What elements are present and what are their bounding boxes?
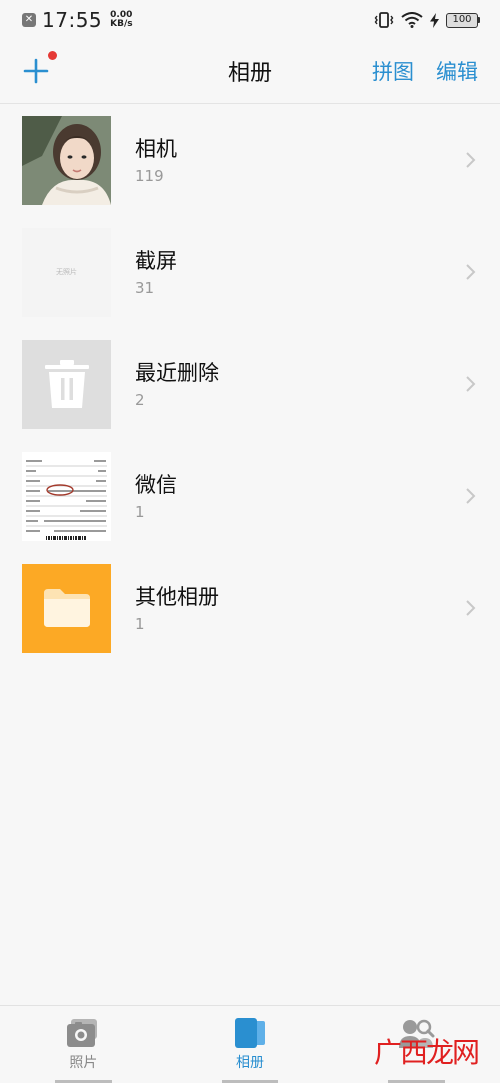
album-thumbnail (22, 115, 111, 205)
album-count: 2 (135, 391, 145, 409)
album-item-other-albums[interactable]: 其他相册 1 (0, 552, 500, 664)
tab-label: 相册 (236, 1055, 264, 1071)
album-item-wechat[interactable]: 微信 1 (0, 440, 500, 552)
charging-icon (430, 12, 439, 28)
wifi-icon (401, 12, 423, 28)
album-thumbnail: 无照片 (22, 227, 111, 317)
folder-icon (43, 589, 90, 627)
album-item-recently-deleted[interactable]: 最近删除 2 (0, 328, 500, 440)
album-thumbnail (22, 563, 111, 653)
album-text: 其他相册 1 (135, 583, 219, 633)
title-bar: 相册 拼图 编辑 (0, 40, 500, 102)
battery-icon: 100 (446, 12, 480, 28)
album-name: 其他相册 (135, 585, 219, 609)
album-text: 最近删除 2 (135, 359, 219, 409)
album-name: 微信 (135, 473, 177, 497)
chevron-right-icon (466, 152, 476, 168)
status-bar: ✕ 17:55 0.00 KB/s 100 (0, 0, 500, 40)
battery-tip (478, 17, 480, 23)
album-name: 截屏 (135, 249, 177, 273)
trash-icon (44, 360, 89, 408)
album-text: 微信 1 (135, 471, 177, 521)
network-speed: 0.00 KB/s (110, 11, 132, 29)
edit-button[interactable]: 编辑 (436, 56, 478, 86)
album-name: 最近删除 (135, 361, 219, 385)
album-count: 31 (135, 279, 155, 297)
notification-icon: ✕ (22, 13, 36, 27)
bottom-nav: 照片 相册 广西龙网 (0, 1005, 500, 1083)
album-item-camera[interactable]: 相机 119 (0, 104, 500, 216)
album-list: 相机 119 无照片 截屏 31 最近删除 2 微信 1 其他相册 1 (0, 104, 500, 664)
album-item-screenshots[interactable]: 无照片 截屏 31 (0, 216, 500, 328)
album-name: 相机 (135, 137, 177, 161)
vibrate-icon (374, 12, 394, 28)
album-text: 截屏 31 (135, 247, 177, 297)
tab-label: 照片 (69, 1055, 98, 1071)
album-count: 1 (135, 615, 145, 633)
albums-icon (235, 1018, 265, 1048)
tab-albums[interactable]: 相册 (167, 1006, 334, 1083)
chevron-right-icon (466, 376, 476, 392)
chevron-right-icon (466, 488, 476, 504)
album-thumbnail (22, 451, 111, 541)
album-thumbnail (22, 339, 111, 429)
chevron-right-icon (466, 600, 476, 616)
portrait-photo (22, 115, 111, 205)
watermark-text: 广西龙网 (373, 1036, 480, 1069)
tab-photos[interactable]: 照片 (0, 1006, 167, 1083)
battery-level: 100 (446, 12, 478, 28)
network-speed-unit: KB/s (110, 19, 133, 29)
collage-button[interactable]: 拼图 (372, 56, 414, 86)
status-left: ✕ 17:55 0.00 KB/s (22, 8, 133, 32)
notification-badge (48, 51, 57, 60)
album-count: 1 (135, 503, 145, 521)
document-photo (22, 451, 111, 541)
status-right: 100 (374, 11, 480, 29)
album-text: 相机 119 (135, 135, 177, 185)
add-album-button[interactable] (22, 51, 57, 85)
chevron-right-icon (466, 264, 476, 280)
photos-icon (67, 1019, 98, 1047)
status-time: 17:55 (42, 8, 103, 32)
album-count: 119 (135, 167, 164, 185)
title-actions: 拼图 编辑 (372, 56, 478, 86)
plus-icon (23, 58, 49, 84)
watermark: 广西龙网 (373, 1031, 480, 1071)
empty-thumbnail-text: 无照片 (56, 268, 77, 276)
